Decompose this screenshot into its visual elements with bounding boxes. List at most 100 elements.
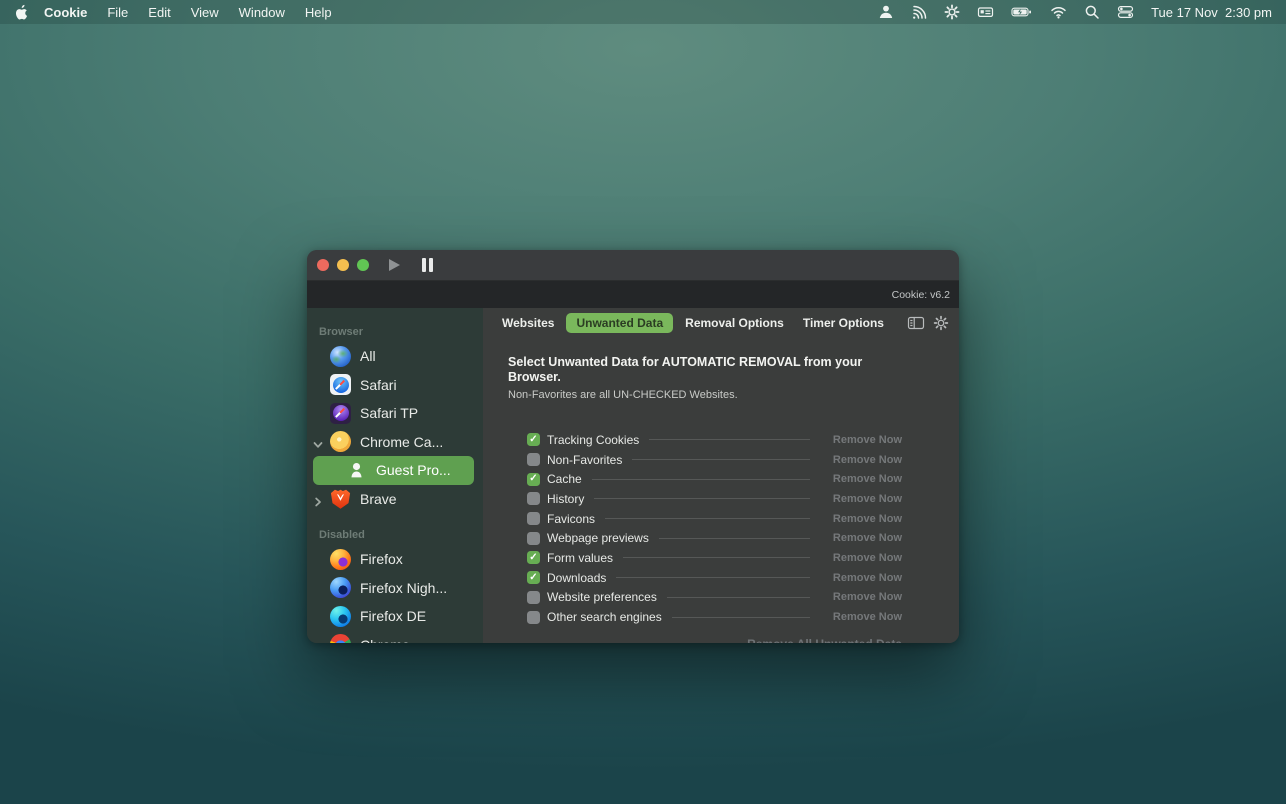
keyboard-icon[interactable]	[977, 4, 994, 20]
leader-line	[623, 557, 810, 558]
tab-timer-options[interactable]: Timer Options	[796, 313, 891, 333]
sidebar-item-label: Brave	[360, 491, 397, 507]
checkbox-unchecked[interactable]	[527, 453, 540, 466]
tab-unwanted-data[interactable]: Unwanted Data	[566, 313, 673, 333]
data-row-label: Form values	[547, 551, 613, 565]
sidebar-item-label: Safari	[360, 377, 397, 393]
data-row-label: Website preferences	[547, 590, 657, 604]
guest-profile-icon	[346, 460, 367, 481]
remove-now-button[interactable]: Remove Now	[824, 591, 902, 603]
sidebar-item-safari[interactable]: Safari	[307, 371, 483, 400]
data-row-form-values: ✓ Form values Remove Now	[527, 548, 902, 568]
sidebar-item-guest-pro[interactable]: Guest Pro...	[313, 456, 474, 485]
data-row-non-favorites: Non-FavoritesRemove Now	[527, 450, 902, 470]
checkbox-unchecked[interactable]	[527, 512, 540, 525]
sidebar-item-firefox[interactable]: Firefox	[307, 545, 483, 574]
battery-charging-icon[interactable]	[1011, 4, 1033, 20]
sidebar-item-label: Guest Pro...	[376, 462, 451, 478]
menu-bar-clock[interactable]: Tue 17 Nov 2:30 pm	[1151, 5, 1272, 20]
menu-item-window[interactable]: Window	[239, 5, 285, 20]
sidebar-item-label: Firefox	[360, 551, 403, 567]
chevron-down-icon[interactable]	[313, 437, 323, 453]
remove-all-button[interactable]: Remove All Unwanted Data	[508, 637, 902, 643]
data-row-label: History	[547, 492, 584, 506]
unwanted-data-panel: Select Unwanted Data for AUTOMATIC REMOV…	[483, 337, 959, 643]
sidebar-item-label: Chrome	[360, 637, 410, 643]
sidebar-section-header: Browser	[307, 320, 483, 342]
chrome-icon	[330, 634, 351, 643]
sidebar-item-label: Chrome Ca...	[360, 434, 443, 450]
leader-line	[594, 498, 810, 499]
remove-now-button[interactable]: Remove Now	[824, 434, 902, 446]
sidebar-item-label: Firefox DE	[360, 608, 426, 624]
window-subtitle-bar: Cookie: v6.2	[307, 281, 959, 308]
remove-now-button[interactable]: Remove Now	[824, 572, 902, 584]
tab-removal-options[interactable]: Removal Options	[678, 313, 791, 333]
sidebar-item-safari-tp[interactable]: Safari TP	[307, 399, 483, 428]
app-version-label: Cookie: v6.2	[892, 289, 950, 301]
leader-line	[659, 538, 810, 539]
menu-item-edit[interactable]: Edit	[148, 5, 170, 20]
sidebar-item-all[interactable]: All	[307, 342, 483, 371]
menu-item-view[interactable]: View	[191, 5, 219, 20]
sidebar-item-firefox-nigh[interactable]: Firefox Nigh...	[307, 574, 483, 603]
traffic-lights	[317, 259, 369, 271]
data-row-label: Webpage previews	[547, 531, 649, 545]
close-button[interactable]	[317, 259, 329, 271]
chevron-right-icon[interactable]	[313, 494, 323, 510]
leader-line	[632, 459, 810, 460]
leader-line	[667, 597, 810, 598]
sidebar-section-header: Disabled	[307, 523, 483, 545]
search-icon[interactable]	[1084, 4, 1100, 20]
zoom-button[interactable]	[357, 259, 369, 271]
app-menu-title[interactable]: Cookie	[44, 5, 87, 20]
chrome-canary-icon	[330, 431, 351, 452]
data-row-history: History Remove Now	[527, 489, 902, 509]
safari-icon	[330, 374, 351, 395]
remove-now-button[interactable]: Remove Now	[824, 473, 902, 485]
apple-icon	[14, 4, 28, 21]
play-button[interactable]	[389, 259, 400, 271]
checkbox-unchecked[interactable]	[527, 492, 540, 505]
tab-websites[interactable]: Websites	[495, 313, 561, 333]
hotspot-icon[interactable]	[911, 4, 927, 20]
checkbox-unchecked[interactable]	[527, 611, 540, 624]
user-icon[interactable]	[878, 4, 894, 20]
checkbox-checked[interactable]: ✓	[527, 433, 540, 446]
settings-gear-icon[interactable]	[933, 315, 949, 331]
remove-now-button[interactable]: Remove Now	[824, 454, 902, 466]
menu-item-file[interactable]: File	[107, 5, 128, 20]
log-panel-icon[interactable]	[907, 315, 925, 331]
data-row-label: Other search engines	[547, 610, 662, 624]
remove-now-button[interactable]: Remove Now	[824, 552, 902, 564]
remove-now-button[interactable]: Remove Now	[824, 532, 902, 544]
leader-line	[592, 479, 810, 480]
checkbox-checked[interactable]: ✓	[527, 473, 540, 486]
data-row-tracking-cookies: ✓Tracking CookiesRemove Now	[527, 430, 902, 450]
wifi-icon[interactable]	[1050, 4, 1067, 20]
main-content: WebsitesUnwanted DataRemoval OptionsTime…	[483, 308, 959, 643]
checkbox-checked[interactable]: ✓	[527, 551, 540, 564]
minimize-button[interactable]	[337, 259, 349, 271]
sidebar-item-chrome[interactable]: Chrome	[307, 631, 483, 644]
sidebar-item-label: Safari TP	[360, 405, 418, 421]
sidebar-item-brave[interactable]: Brave	[307, 485, 483, 514]
pause-button[interactable]	[422, 258, 433, 272]
checkbox-checked[interactable]: ✓	[527, 571, 540, 584]
checkbox-unchecked[interactable]	[527, 532, 540, 545]
sidebar-item-chrome-ca[interactable]: Chrome Ca...	[307, 428, 483, 457]
checkbox-unchecked[interactable]	[527, 591, 540, 604]
apple-menu[interactable]	[14, 4, 28, 21]
remove-now-button[interactable]: Remove Now	[824, 513, 902, 525]
gear-icon[interactable]	[944, 4, 960, 20]
data-row-other-search-engines: Other search engines Remove Now	[527, 607, 902, 627]
remove-now-button[interactable]: Remove Now	[824, 611, 902, 623]
control-center-icon[interactable]	[1117, 4, 1134, 20]
sidebar-item-label: Firefox Nigh...	[360, 580, 447, 596]
window-title-bar[interactable]	[307, 250, 959, 281]
leader-line	[605, 518, 810, 519]
menu-item-help[interactable]: Help	[305, 5, 332, 20]
remove-now-button[interactable]: Remove Now	[824, 493, 902, 505]
leader-line	[616, 577, 810, 578]
sidebar-item-firefox-de[interactable]: Firefox DE	[307, 602, 483, 631]
